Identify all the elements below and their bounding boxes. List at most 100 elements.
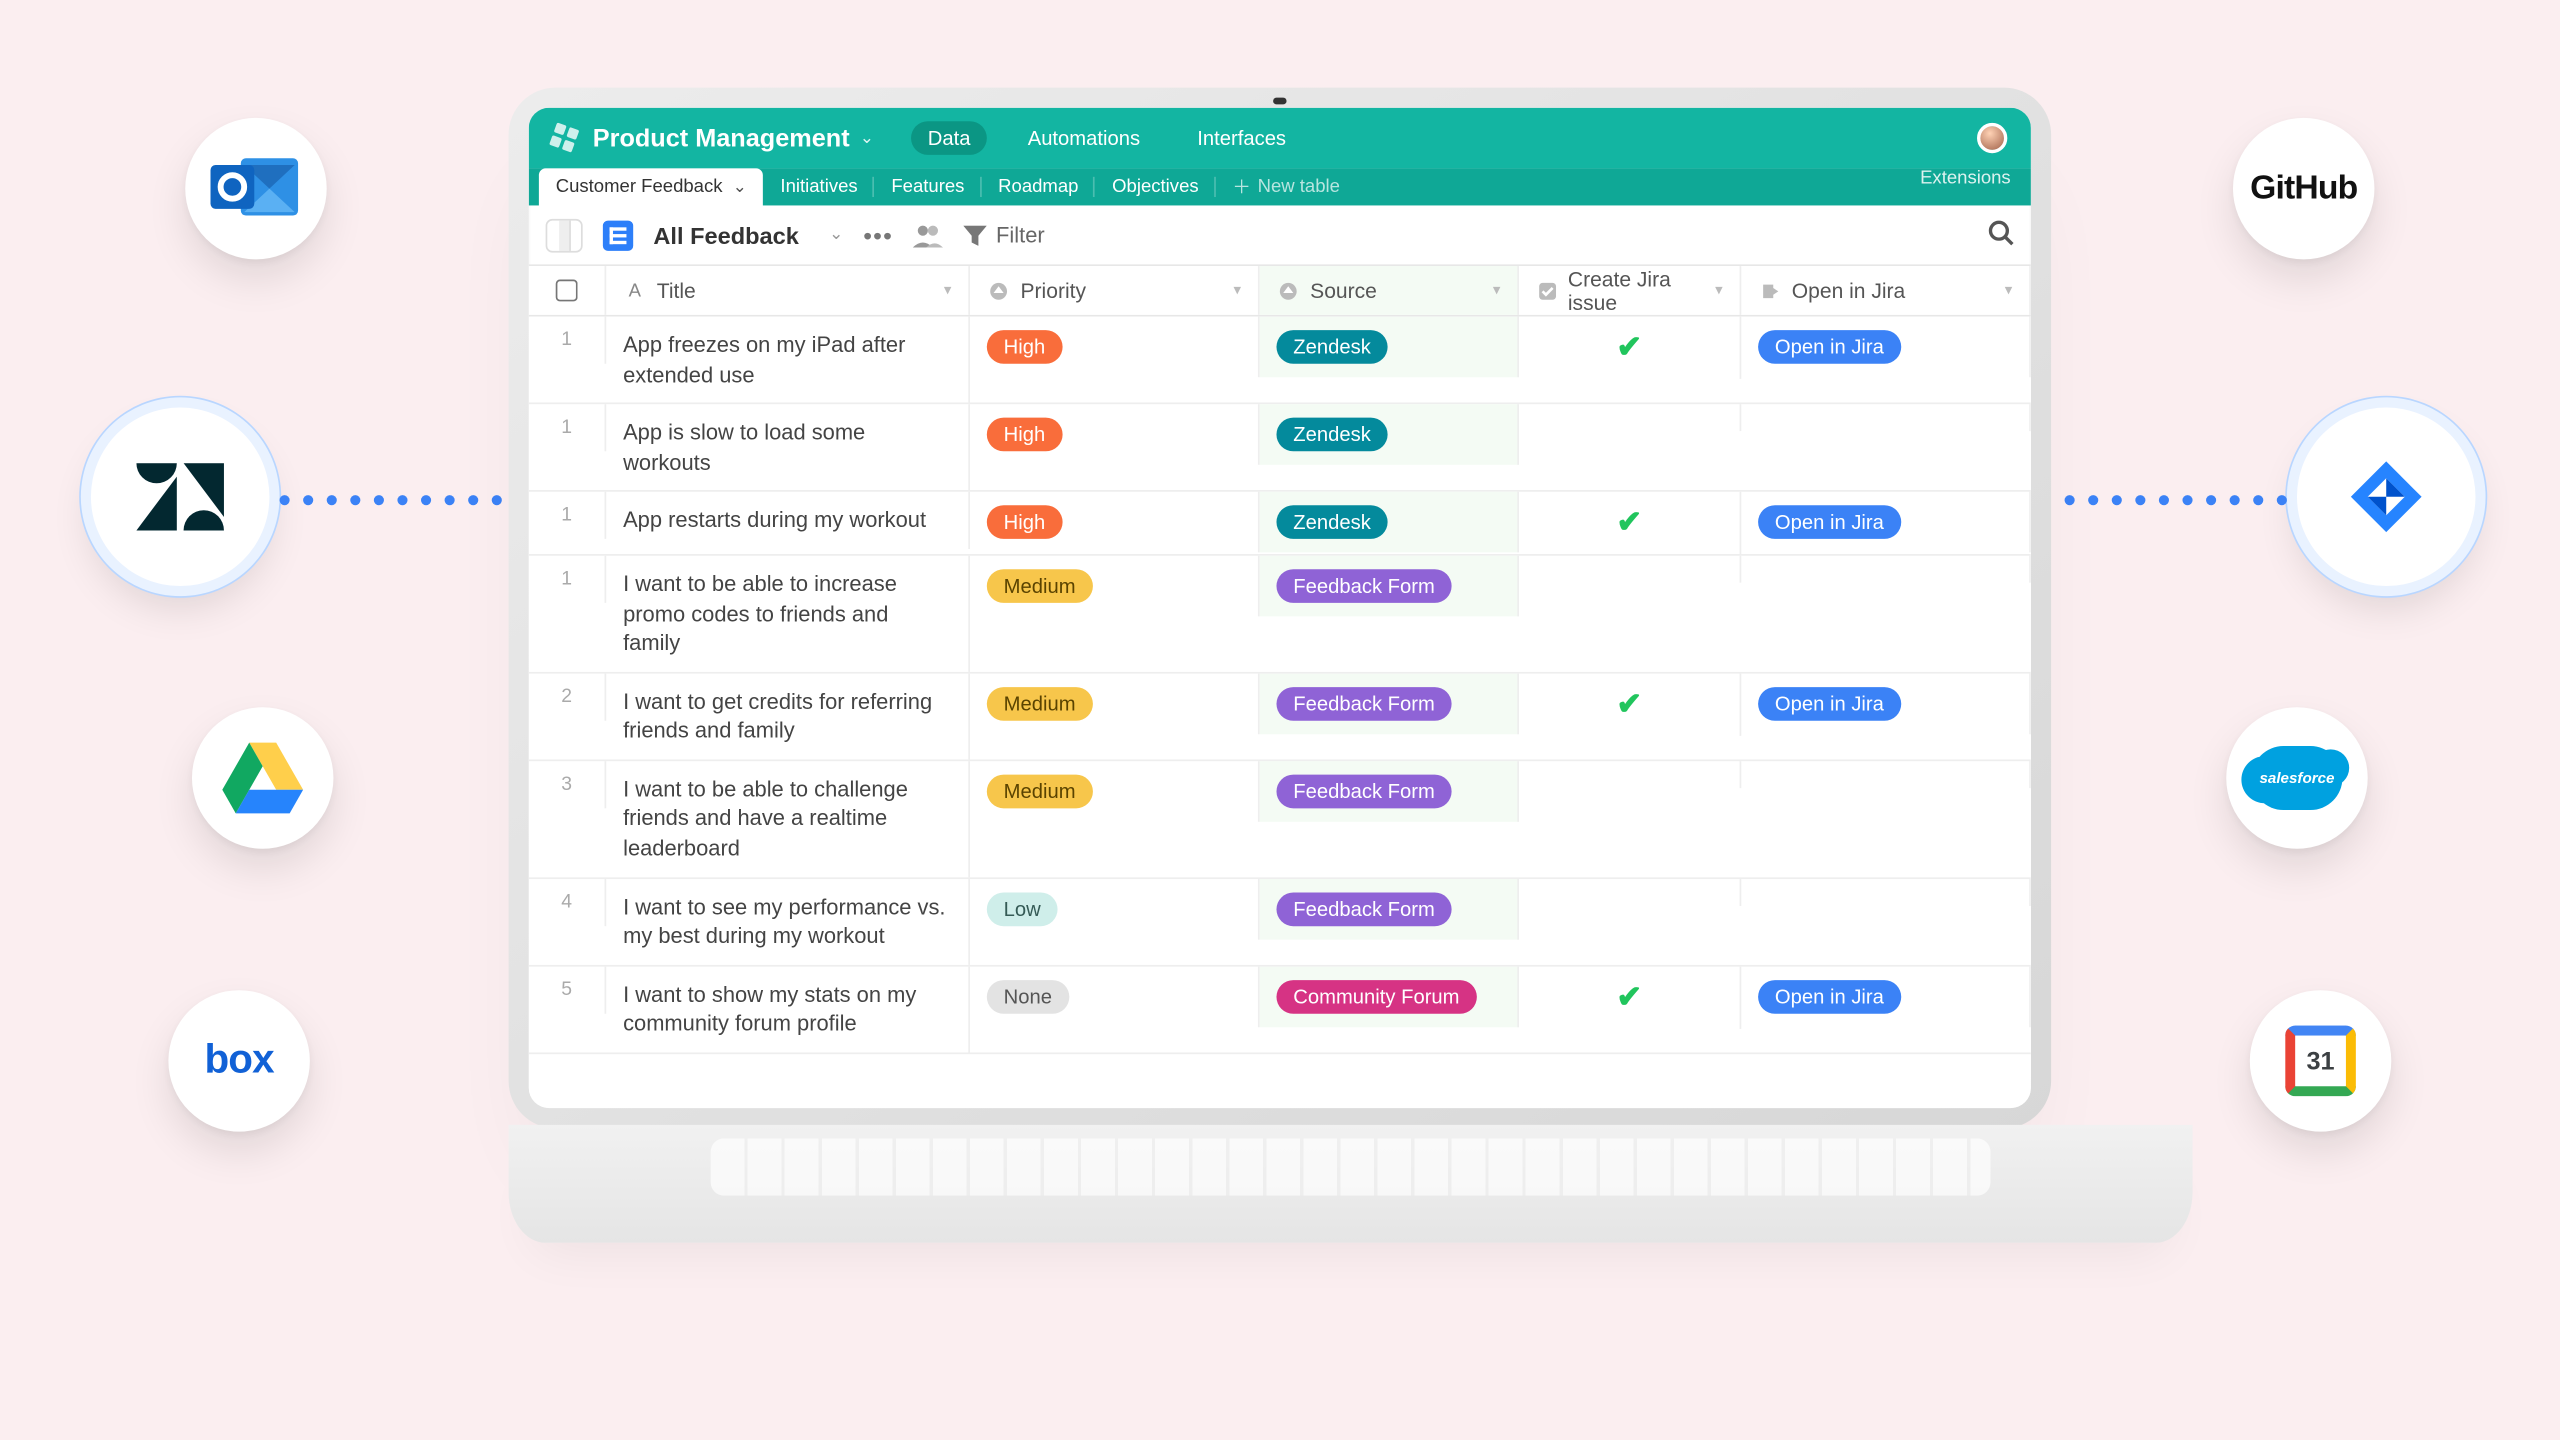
jira-icon bbox=[2297, 408, 2476, 587]
source-pill: Feedback Form bbox=[1276, 775, 1451, 809]
cell-open-jira[interactable] bbox=[1741, 761, 2031, 788]
avatar[interactable] bbox=[1977, 123, 2007, 153]
chevron-down-icon[interactable]: ▾ bbox=[1715, 281, 1723, 300]
cell-title[interactable]: App restarts during my workout bbox=[606, 492, 970, 548]
chevron-down-icon[interactable]: ▾ bbox=[1493, 281, 1501, 300]
priority-pill: Medium bbox=[987, 570, 1093, 604]
open-in-jira-button[interactable]: Open in Jira bbox=[1758, 980, 1901, 1014]
cell-priority[interactable]: High bbox=[970, 404, 1260, 465]
cell-open-jira[interactable]: Open in Jira bbox=[1741, 966, 2031, 1027]
cell-source[interactable]: Feedback Form bbox=[1260, 556, 1519, 617]
tab-roadmap[interactable]: Roadmap bbox=[981, 168, 1095, 205]
table-row[interactable]: 1 App restarts during my workout High Ze… bbox=[529, 492, 2031, 556]
cell-create-jira[interactable] bbox=[1519, 761, 1741, 788]
open-in-jira-button[interactable]: Open in Jira bbox=[1758, 687, 1901, 721]
cell-title[interactable]: App freezes on my iPad after extended us… bbox=[606, 317, 970, 403]
outlook-icon bbox=[185, 118, 326, 259]
table-row[interactable]: 3 I want to be able to challenge friends… bbox=[529, 761, 2031, 878]
chevron-down-icon[interactable]: ⌄ bbox=[733, 178, 747, 197]
cell-create-jira[interactable]: ✔ bbox=[1519, 317, 1741, 379]
cell-title[interactable]: I want to show my stats on my community … bbox=[606, 966, 970, 1052]
cell-priority[interactable]: High bbox=[970, 317, 1260, 378]
collaborators-icon[interactable] bbox=[914, 223, 944, 247]
cell-source[interactable]: Zendesk bbox=[1260, 492, 1519, 553]
tab-initiatives[interactable]: Initiatives bbox=[764, 168, 875, 205]
chevron-down-icon[interactable]: ⌄ bbox=[860, 129, 874, 148]
table-row[interactable]: 5 I want to show my stats on my communit… bbox=[529, 966, 2031, 1054]
column-title[interactable]: A Title ▾ bbox=[606, 266, 970, 315]
cell-source[interactable]: Zendesk bbox=[1260, 404, 1519, 465]
cell-priority[interactable]: High bbox=[970, 492, 1260, 553]
cell-priority[interactable]: Medium bbox=[970, 673, 1260, 734]
open-in-jira-button[interactable]: Open in Jira bbox=[1758, 330, 1901, 364]
cell-source[interactable]: Feedback Form bbox=[1260, 673, 1519, 734]
source-pill: Community Forum bbox=[1276, 980, 1476, 1014]
source-pill: Zendesk bbox=[1276, 330, 1387, 364]
chevron-down-icon[interactable]: ⌄ bbox=[829, 226, 843, 245]
cell-create-jira[interactable]: ✔ bbox=[1519, 966, 1741, 1028]
column-create-jira[interactable]: Create Jira issue ▾ bbox=[1519, 266, 1741, 315]
cell-priority[interactable]: Low bbox=[970, 878, 1260, 939]
cell-source[interactable]: Zendesk bbox=[1260, 317, 1519, 378]
cell-create-jira[interactable]: ✔ bbox=[1519, 673, 1741, 735]
cell-create-jira[interactable]: ✔ bbox=[1519, 492, 1741, 554]
search-icon[interactable] bbox=[1987, 219, 2014, 251]
cell-source[interactable]: Feedback Form bbox=[1260, 761, 1519, 822]
cell-open-jira[interactable] bbox=[1741, 404, 2031, 431]
nav-interfaces[interactable]: Interfaces bbox=[1180, 121, 1302, 155]
cell-title[interactable]: I want to be able to challenge friends a… bbox=[606, 761, 970, 877]
new-table-button[interactable]: ＋ New table bbox=[1215, 168, 1356, 205]
row-number: 1 bbox=[529, 404, 606, 451]
cell-priority[interactable]: None bbox=[970, 966, 1260, 1027]
cell-title[interactable]: I want to be able to increase promo code… bbox=[606, 556, 970, 672]
source-pill: Feedback Form bbox=[1276, 570, 1451, 604]
cell-priority[interactable]: Medium bbox=[970, 556, 1260, 617]
cell-open-jira[interactable]: Open in Jira bbox=[1741, 317, 2031, 378]
table-row[interactable]: 4 I want to see my performance vs. my be… bbox=[529, 878, 2031, 966]
cell-open-jira[interactable] bbox=[1741, 556, 2031, 583]
extensions-button[interactable]: Extensions bbox=[1900, 168, 2031, 205]
table-row[interactable]: 1 App is slow to load some workouts High… bbox=[529, 404, 2031, 492]
cell-title[interactable]: I want to see my performance vs. my best… bbox=[606, 878, 970, 964]
priority-pill: High bbox=[987, 418, 1062, 452]
column-priority[interactable]: Priority ▾ bbox=[970, 266, 1260, 315]
priority-pill: Low bbox=[987, 892, 1058, 926]
column-open-jira[interactable]: Open in Jira ▾ bbox=[1741, 266, 2031, 315]
cell-create-jira[interactable] bbox=[1519, 878, 1741, 905]
source-pill: Feedback Form bbox=[1276, 892, 1451, 926]
view-name[interactable]: All Feedback bbox=[653, 221, 798, 248]
cell-create-jira[interactable] bbox=[1519, 556, 1741, 583]
row-number: 1 bbox=[529, 317, 606, 364]
cell-open-jira[interactable]: Open in Jira bbox=[1741, 673, 2031, 734]
tab-customer-feedback[interactable]: Customer Feedback ⌄ bbox=[539, 168, 764, 205]
cell-priority[interactable]: Medium bbox=[970, 761, 1260, 822]
filter-button[interactable]: Filter bbox=[964, 222, 1045, 247]
select-all-checkbox[interactable] bbox=[529, 266, 606, 315]
cell-create-jira[interactable] bbox=[1519, 404, 1741, 431]
tab-objectives[interactable]: Objectives bbox=[1095, 168, 1215, 205]
connector-left bbox=[280, 495, 502, 505]
nav-automations[interactable]: Automations bbox=[1011, 121, 1157, 155]
cell-source[interactable]: Community Forum bbox=[1260, 966, 1519, 1027]
row-number: 4 bbox=[529, 878, 606, 925]
sidebar-toggle-icon[interactable] bbox=[546, 218, 583, 252]
more-options-icon[interactable]: ••• bbox=[863, 221, 893, 248]
grid-body: 1 App freezes on my iPad after extended … bbox=[529, 317, 2031, 1108]
cell-title[interactable]: App is slow to load some workouts bbox=[606, 404, 970, 490]
cell-title[interactable]: I want to get credits for referring frie… bbox=[606, 673, 970, 759]
base-title[interactable]: Product Management bbox=[593, 124, 850, 153]
table-row[interactable]: 2 I want to get credits for referring fr… bbox=[529, 673, 2031, 761]
table-row[interactable]: 1 App freezes on my iPad after extended … bbox=[529, 317, 2031, 405]
cell-source[interactable]: Feedback Form bbox=[1260, 878, 1519, 939]
priority-pill: Medium bbox=[987, 775, 1093, 809]
chevron-down-icon[interactable]: ▾ bbox=[1233, 281, 1241, 300]
column-source[interactable]: Source ▾ bbox=[1260, 266, 1519, 315]
cell-open-jira[interactable]: Open in Jira bbox=[1741, 492, 2031, 553]
chevron-down-icon[interactable]: ▾ bbox=[2005, 281, 2013, 300]
chevron-down-icon[interactable]: ▾ bbox=[944, 281, 952, 300]
tab-features[interactable]: Features bbox=[874, 168, 981, 205]
open-in-jira-button[interactable]: Open in Jira bbox=[1758, 506, 1901, 540]
cell-open-jira[interactable] bbox=[1741, 878, 2031, 905]
table-row[interactable]: 1 I want to be able to increase promo co… bbox=[529, 556, 2031, 673]
nav-data[interactable]: Data bbox=[911, 121, 987, 155]
